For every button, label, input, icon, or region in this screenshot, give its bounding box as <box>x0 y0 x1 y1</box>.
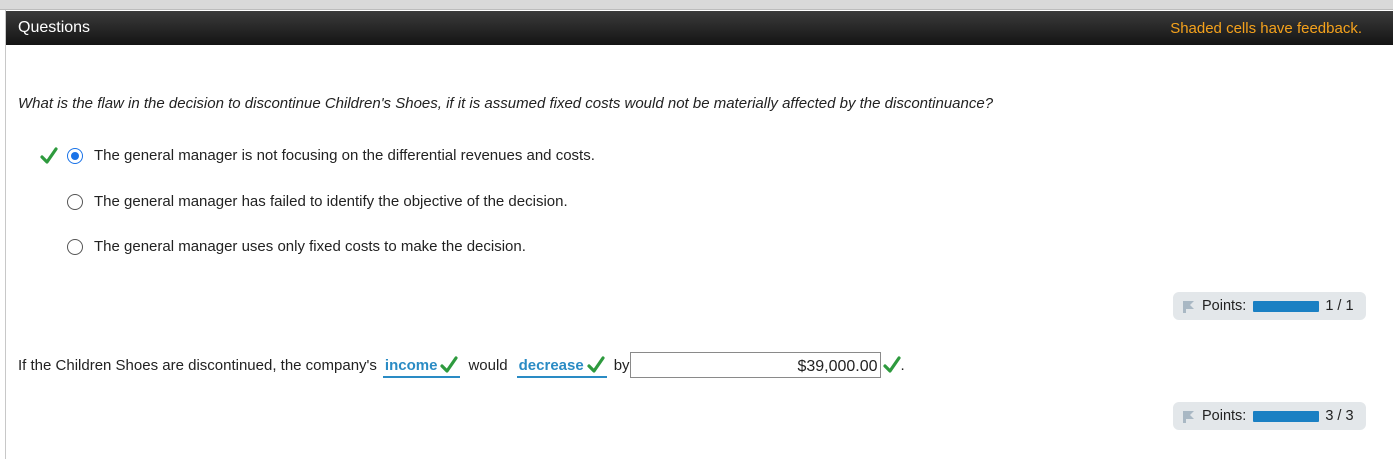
points-progress-bar <box>1253 410 1320 422</box>
check-mark-icon <box>40 147 58 164</box>
option-2-radio[interactable] <box>67 193 83 210</box>
points-score: 1 / 1 <box>1325 298 1354 314</box>
amount-input[interactable] <box>629 352 881 378</box>
option-2-label[interactable]: The general manager has failed to identi… <box>94 193 568 210</box>
check-mark-icon <box>440 356 459 373</box>
answer-income-text: income <box>384 356 438 374</box>
sentence-text-end: . <box>900 356 905 374</box>
points-progress-bar <box>1253 300 1320 312</box>
points-score: 3 / 3 <box>1325 408 1354 424</box>
sentence-text-before: If the Children Shoes are discontinued, … <box>18 356 377 374</box>
header-title: Questions <box>18 19 91 36</box>
question-prompt: What is the flaw in the decision to disc… <box>18 95 994 112</box>
option-1-radio[interactable] <box>67 148 83 164</box>
points-label: Points: <box>1202 408 1247 424</box>
answer-dropdown-income[interactable]: income <box>382 354 461 378</box>
points-label: Points: <box>1202 298 1247 314</box>
flag-icon <box>1183 301 1194 313</box>
option-3-radio[interactable] <box>67 239 83 255</box>
points-badge-1[interactable]: Points: 1 / 1 <box>1173 292 1366 320</box>
sentence-text-by: by <box>613 356 630 374</box>
option-3-label[interactable]: The general manager uses only fixed cost… <box>94 238 526 255</box>
points-badge-2[interactable]: Points: 3 / 3 <box>1173 402 1366 430</box>
left-divider <box>5 10 6 459</box>
check-mark-icon <box>587 356 605 373</box>
answer-dropdown-decrease[interactable]: decrease <box>516 354 607 378</box>
check-mark-icon <box>882 356 901 373</box>
feedback-note: Shaded cells have feedback. <box>1170 19 1362 37</box>
flag-icon <box>1183 411 1194 423</box>
top-strip <box>0 0 1393 10</box>
option-1-label[interactable]: The general manager is not focusing on t… <box>94 147 595 164</box>
answer-decrease-text: decrease <box>518 356 584 374</box>
questions-header: Questions Shaded cells have feedback. <box>6 11 1393 45</box>
fill-in-sentence: If the Children Shoes are discontinued, … <box>18 351 905 379</box>
sentence-text-middle: would <box>468 356 508 374</box>
